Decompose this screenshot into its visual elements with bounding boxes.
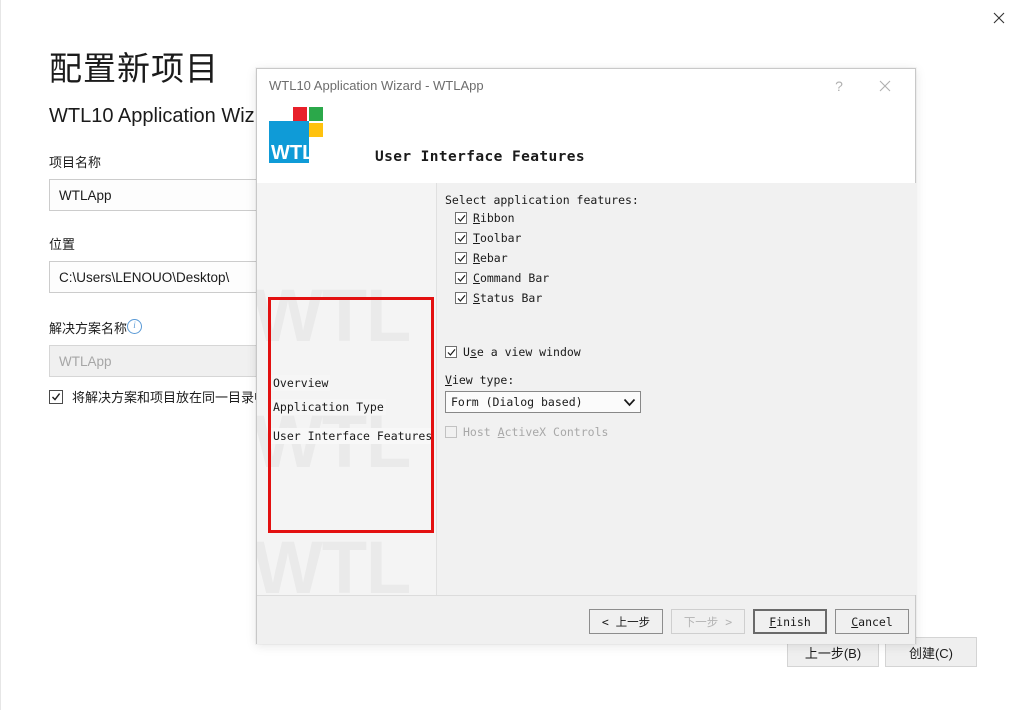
checkbox-icon[interactable] xyxy=(455,292,467,304)
same-directory-label: 将解决方案和项目放在同一目录中 xyxy=(72,390,268,405)
checkbox-icon[interactable] xyxy=(455,232,467,244)
view-type-dropdown[interactable]: Form (Dialog based) xyxy=(445,391,641,413)
solution-name-label: 解决方案名称 xyxy=(49,321,128,336)
label-rest: oolbar xyxy=(479,231,522,245)
vs-footer-bar xyxy=(1,680,1024,710)
accelerator-char: V xyxy=(445,373,452,387)
checkbox-icon xyxy=(445,426,457,438)
label-pre: Host xyxy=(463,425,498,439)
watermark-text: WTL xyxy=(257,274,411,357)
label-rest: iew type: xyxy=(451,373,515,387)
checkbox-label: Command Bar xyxy=(473,271,549,285)
checkbox-toolbar[interactable]: Toolbar xyxy=(455,231,521,245)
label-rest: inish xyxy=(776,614,811,629)
accelerator-char: s xyxy=(469,345,477,359)
wizard-title-bar: WTL10 Application Wizard - WTLApp ? xyxy=(257,69,915,103)
help-icon[interactable]: ? xyxy=(825,75,853,97)
nav-item-user-interface-features[interactable]: User Interface Features xyxy=(271,428,435,444)
accelerator-char: R xyxy=(473,211,480,225)
wtl-application-wizard-dialog: WTL10 Application Wizard - WTLApp ? WTL … xyxy=(256,68,917,644)
label-rest: ibbon xyxy=(479,211,515,225)
page-title: 配置新项目 xyxy=(49,50,219,87)
page-subtitle: WTL10 Application Wiz xyxy=(49,105,255,127)
label-rest: e a view window xyxy=(476,345,581,359)
wizard-header: WTL User Interface Features xyxy=(257,103,915,183)
checkbox-label: Ribbon xyxy=(473,211,515,225)
accelerator-char: R xyxy=(473,251,480,265)
checkbox-icon[interactable] xyxy=(455,272,467,284)
wizard-cancel-button[interactable]: Cancel xyxy=(835,609,909,634)
features-group-label: Select application features: xyxy=(445,193,639,207)
checkbox-icon[interactable] xyxy=(445,346,457,358)
checkbox-command-bar[interactable]: Command Bar xyxy=(455,271,549,285)
checkbox-label: Use a view window xyxy=(463,345,581,359)
wizard-finish-button[interactable]: Finish xyxy=(753,609,827,634)
checkbox-host-activex-controls: Host ActiveX Controls xyxy=(445,425,608,439)
label-rest: ancel xyxy=(858,614,893,629)
label-rest: ommand Bar xyxy=(479,271,550,285)
checkbox-label: Status Bar xyxy=(473,291,542,305)
label-rest: tatus Bar xyxy=(479,291,543,305)
checkbox-icon[interactable] xyxy=(455,212,467,224)
view-type-label: View type: xyxy=(445,373,514,387)
checkbox-label: Toolbar xyxy=(473,231,521,245)
checkbox-ribbon[interactable]: Ribbon xyxy=(455,211,515,225)
same-directory-checkbox-row[interactable]: 将解决方案和项目放在同一目录中 xyxy=(49,387,267,406)
wizard-footer-bar: < 上一步 下一步 > Finish Cancel xyxy=(257,595,915,644)
wtl-logo-icon: WTL xyxy=(269,103,327,175)
info-icon[interactable]: i xyxy=(127,319,142,334)
wizard-next-button: 下一步 > xyxy=(671,609,745,634)
wizard-content-panel: Select application features: Ribbon Tool… xyxy=(437,183,917,595)
view-type-selected-value: Form (Dialog based) xyxy=(451,395,583,409)
accelerator-char: C xyxy=(851,614,859,629)
watermark-text: WTL xyxy=(257,526,411,596)
nav-item-application-type[interactable]: Application Type xyxy=(271,399,386,415)
accelerator-char: T xyxy=(473,231,480,245)
label-rest: ctiveX Controls xyxy=(504,425,609,439)
checkbox-label: Host ActiveX Controls xyxy=(463,425,608,439)
close-icon[interactable] xyxy=(871,75,899,97)
nav-item-overview[interactable]: Overview xyxy=(271,375,331,391)
svg-text:WTL: WTL xyxy=(271,142,314,164)
location-label: 位置 xyxy=(49,237,76,252)
chevron-down-icon[interactable] xyxy=(618,392,640,412)
checkbox-icon[interactable] xyxy=(455,252,467,264)
label-pre: U xyxy=(463,345,470,359)
wizard-title: WTL10 Application Wizard - WTLApp xyxy=(269,78,484,93)
accelerator-char: C xyxy=(473,271,480,285)
label-rest: ebar xyxy=(479,251,508,265)
wizard-back-button[interactable]: < 上一步 xyxy=(589,609,663,634)
checkbox-status-bar[interactable]: Status Bar xyxy=(455,291,542,305)
checkbox-rebar[interactable]: Rebar xyxy=(455,251,508,265)
vs-title-bar xyxy=(1,0,1024,36)
close-icon[interactable] xyxy=(977,4,1021,32)
checkbox-label: Rebar xyxy=(473,251,508,265)
checkbox-icon[interactable] xyxy=(49,389,63,404)
project-name-label: 项目名称 xyxy=(49,155,102,170)
wizard-body: WTL WTL WTL Overview Application Type Us… xyxy=(257,183,917,595)
accelerator-char: F xyxy=(769,614,777,629)
accelerator-char: S xyxy=(473,291,480,305)
accelerator-char: A xyxy=(497,425,505,439)
checkbox-use-a-view-window[interactable]: Use a view window xyxy=(445,345,581,359)
wizard-nav-panel: WTL WTL WTL Overview Application Type Us… xyxy=(257,183,437,595)
wizard-heading: User Interface Features xyxy=(375,149,585,165)
